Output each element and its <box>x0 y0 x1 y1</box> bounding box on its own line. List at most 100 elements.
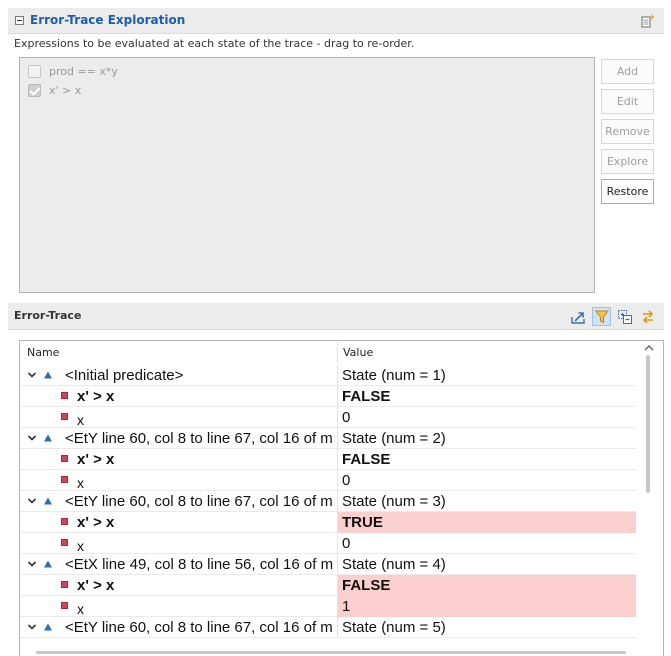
export-icon[interactable] <box>568 307 587 326</box>
swap-order-icon[interactable] <box>638 307 657 326</box>
remove-button[interactable]: Remove <box>601 119 654 144</box>
trace-state-row[interactable]: <EtY line 60, col 8 to line 67, col 16 o… <box>20 491 636 512</box>
column-header-value[interactable]: Value <box>338 341 638 363</box>
name-cell: <EtY line 60, col 8 to line 67, col 16 o… <box>20 617 338 638</box>
exploration-instructions: Expressions to be evaluated at each stat… <box>14 37 415 50</box>
add-button[interactable]: Add <box>601 59 654 84</box>
variable-icon <box>61 581 68 588</box>
value-cell: 0 <box>342 409 351 426</box>
expression-item[interactable]: x' > x <box>28 81 81 99</box>
trace-section-title: Error-Trace <box>14 309 82 322</box>
trace-state-row[interactable]: <EtY line 60, col 8 to line 67, col 16 o… <box>20 428 636 449</box>
state-icon <box>44 623 52 631</box>
row-name-label: x <box>77 412 84 428</box>
explore-button[interactable]: Explore <box>601 149 654 174</box>
chevron-down-icon[interactable] <box>27 370 37 380</box>
state-icon <box>44 497 52 505</box>
value-cell: FALSE <box>342 451 391 468</box>
trace-variable-row[interactable]: x0 <box>20 407 636 428</box>
value-cell: State (num = 3) <box>342 493 446 510</box>
row-name-label: <Initial predicate> <box>65 367 184 384</box>
name-cell: x <box>20 470 338 491</box>
name-cell: <EtX line 49, col 8 to line 56, col 16 o… <box>20 554 338 575</box>
exploration-section-header[interactable]: Error-Trace Exploration <box>8 8 664 34</box>
collapse-section-icon[interactable] <box>15 16 24 25</box>
trace-state-row[interactable]: <EtX line 49, col 8 to line 56, col 16 o… <box>20 554 636 575</box>
changed-value-cell: FALSE <box>338 575 636 596</box>
trace-state-row[interactable]: <EtY line 60, col 8 to line 67, col 16 o… <box>20 617 636 638</box>
row-name-label: <EtX line 49, col 8 to line 56, col 16 o… <box>65 556 334 573</box>
trace-variable-row[interactable]: x' > x FALSE <box>20 386 636 407</box>
state-icon <box>44 434 52 442</box>
expression-list[interactable]: prod == x*y x' > x <box>19 57 595 293</box>
error-trace-tree[interactable]: Name Value <Initial predicate> State (num… <box>19 340 664 656</box>
row-name-label: <EtY line 60, col 8 to line 67, col 16 o… <box>65 430 333 447</box>
name-cell: x' > x <box>20 386 338 407</box>
row-name-label: x <box>77 601 84 617</box>
name-cell: x <box>20 533 338 554</box>
trace-state-row[interactable]: <Initial predicate> State (num = 1) <box>20 365 636 386</box>
edit-button[interactable]: Edit <box>601 89 654 114</box>
variable-icon <box>61 602 68 609</box>
trace-variable-row[interactable]: x' > x FALSE <box>20 575 636 596</box>
vertical-scrollbar[interactable] <box>636 341 663 656</box>
chevron-down-icon[interactable] <box>27 622 37 632</box>
trace-variable-row[interactable]: x0 <box>20 533 636 554</box>
scroll-thumb[interactable] <box>646 355 650 493</box>
value-cell: State (num = 5) <box>342 619 446 636</box>
variable-icon <box>61 392 68 399</box>
variable-icon <box>61 455 68 462</box>
value-cell: 0 <box>342 535 351 552</box>
chevron-down-icon[interactable] <box>27 433 37 443</box>
name-cell: <Initial predicate> <box>20 365 338 386</box>
chevron-down-icon[interactable] <box>27 496 37 506</box>
chevron-down-icon[interactable] <box>27 559 37 569</box>
variable-icon <box>61 413 68 420</box>
expression-item[interactable]: prod == x*y <box>28 62 118 80</box>
expression-checkbox[interactable] <box>28 64 41 78</box>
trace-variable-row[interactable]: x' > x TRUE <box>20 512 636 533</box>
trace-section-header: Error-Trace <box>8 303 664 330</box>
trace-variable-row[interactable]: x0 <box>20 470 636 491</box>
row-name-label: x' > x <box>77 514 115 531</box>
variable-icon <box>61 539 68 546</box>
value-cell: State (num = 4) <box>342 556 446 573</box>
expression-text: prod == x*y <box>49 64 118 78</box>
state-icon <box>44 371 52 379</box>
row-name-label: <EtY line 60, col 8 to line 67, col 16 o… <box>65 493 333 510</box>
name-cell: <EtY line 60, col 8 to line 67, col 16 o… <box>20 428 338 449</box>
row-name-label: x' > x <box>77 451 115 468</box>
value-cell: FALSE <box>342 388 391 405</box>
name-cell: x' > x <box>20 512 338 533</box>
exploration-section-title[interactable]: Error-Trace Exploration <box>30 13 185 27</box>
name-cell: x' > x <box>20 449 338 470</box>
row-name-label: x' > x <box>77 577 115 594</box>
name-cell: <EtY line 60, col 8 to line 67, col 16 o… <box>20 491 338 512</box>
variable-icon <box>61 476 68 483</box>
scroll-up-icon[interactable] <box>644 344 654 352</box>
column-header-name[interactable]: Name <box>20 341 338 363</box>
row-name-label: <EtY line 60, col 8 to line 67, col 16 o… <box>65 619 333 636</box>
horizontal-scrollbar[interactable] <box>36 651 626 654</box>
restore-button[interactable]: Restore <box>601 179 654 204</box>
filter-icon[interactable] <box>592 307 611 326</box>
name-cell: x <box>20 407 338 428</box>
changed-value-cell: 1 <box>338 596 636 617</box>
trace-variable-row[interactable]: x1 <box>20 596 636 617</box>
changed-value-cell: TRUE <box>338 512 636 533</box>
collapse-all-icon[interactable] <box>615 307 634 326</box>
row-name-label: x' > x <box>77 388 115 405</box>
value-cell: State (num = 2) <box>342 430 446 447</box>
open-in-new-window-icon[interactable] <box>640 13 656 29</box>
name-cell: x' > x <box>20 575 338 596</box>
variable-icon <box>61 518 68 525</box>
state-icon <box>44 560 52 568</box>
expression-checkbox[interactable] <box>28 83 41 97</box>
value-cell: State (num = 1) <box>342 367 446 384</box>
name-cell: x <box>20 596 338 617</box>
value-cell: 0 <box>342 472 351 489</box>
expression-text: x' > x <box>49 83 82 97</box>
row-name-label: x <box>77 475 84 491</box>
row-name-label: x <box>77 538 84 554</box>
trace-variable-row[interactable]: x' > x FALSE <box>20 449 636 470</box>
